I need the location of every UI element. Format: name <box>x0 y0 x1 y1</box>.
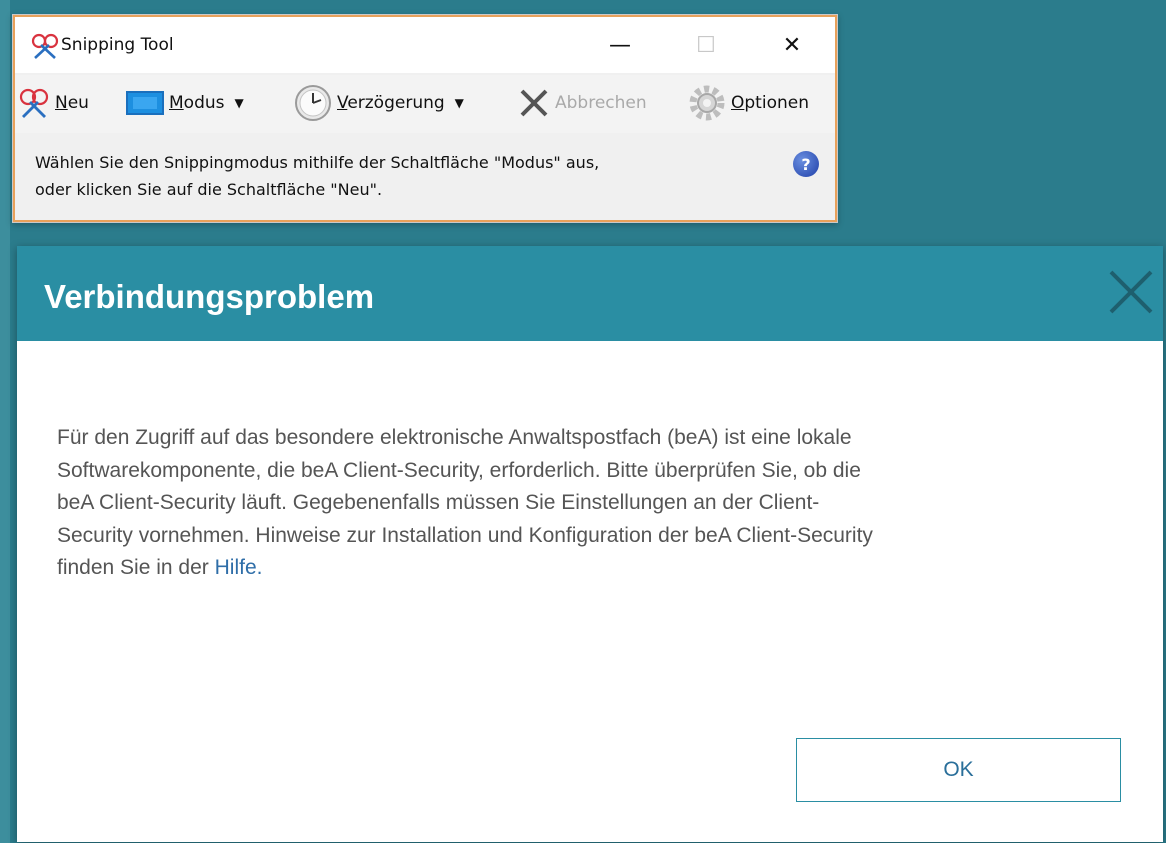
scissors-icon <box>19 88 49 118</box>
new-button[interactable]: Neu <box>17 83 89 123</box>
gear-icon <box>689 85 725 121</box>
message-line-2: Softwarekomponente, die beA Client-Secur… <box>57 458 861 482</box>
options-button[interactable]: Optionen <box>687 83 809 123</box>
message-line-4: Security vornehmen. Hinweise zur Install… <box>57 523 873 547</box>
message-line-1: Für den Zugriff auf das besondere elektr… <box>57 426 852 449</box>
delay-button[interactable]: Verzögerung ▼ <box>293 83 464 123</box>
snipping-tool-titlebar[interactable]: Snipping Tool — ☐ ✕ <box>15 17 835 73</box>
delay-dropdown-caret[interactable]: ▼ <box>455 96 464 110</box>
delay-label: Verzögerung <box>337 93 445 113</box>
ok-button[interactable]: OK <box>796 738 1121 802</box>
dialog-message: Für den Zugriff auf das besondere elektr… <box>57 422 1137 585</box>
instructions-line-2: oder klicken Sie auf die Schaltfläche "N… <box>35 180 383 199</box>
window-mode-icon <box>126 91 164 115</box>
mode-label: Modus <box>169 93 225 113</box>
dialog-header: Verbindungsproblem <box>17 246 1163 341</box>
connection-problem-dialog: Verbindungsproblem Für den Zugriff auf d… <box>17 246 1163 842</box>
help-link[interactable]: Hilfe. <box>215 556 263 579</box>
cancel-label: Abbrechen <box>555 93 647 113</box>
mode-button[interactable]: Modus ▼ <box>125 83 244 123</box>
dialog-title: Verbindungsproblem <box>44 278 375 315</box>
message-line-5: finden Sie in der Hilfe. <box>57 552 1137 585</box>
message-line-3: beA Client-Security läuft. Gegebenenfall… <box>57 491 820 514</box>
snipping-instructions: Wählen Sie den Snippingmodus mithilfe de… <box>35 149 775 203</box>
cancel-x-icon <box>520 89 548 117</box>
clock-icon <box>295 85 331 121</box>
new-label: Neu <box>55 93 89 113</box>
snipping-tool-body: Snipping Tool — ☐ ✕ Neu Modus ▼ Verzöger… <box>15 17 835 220</box>
snipping-toolbar: Neu Modus ▼ Verzögerung ▼ Abbrechen Opti… <box>15 75 835 133</box>
minimize-button[interactable]: — <box>597 27 643 63</box>
message-line-5-text: finden Sie in der <box>57 556 215 579</box>
close-button[interactable]: ✕ <box>769 27 815 63</box>
close-icon[interactable] <box>1101 262 1161 322</box>
options-label: Optionen <box>731 93 809 113</box>
mode-dropdown-caret[interactable]: ▼ <box>235 96 244 110</box>
snipping-tool-window: Snipping Tool — ☐ ✕ Neu Modus ▼ Verzöger… <box>12 14 838 223</box>
help-icon[interactable]: ? <box>793 151 819 177</box>
backdrop-edge <box>0 0 10 843</box>
window-title: Snipping Tool <box>61 35 174 55</box>
maximize-button[interactable]: ☐ <box>683 27 729 63</box>
instructions-line-1: Wählen Sie den Snippingmodus mithilfe de… <box>35 153 600 172</box>
cancel-button[interactable]: Abbrechen <box>517 83 647 123</box>
scissors-icon <box>31 33 59 59</box>
